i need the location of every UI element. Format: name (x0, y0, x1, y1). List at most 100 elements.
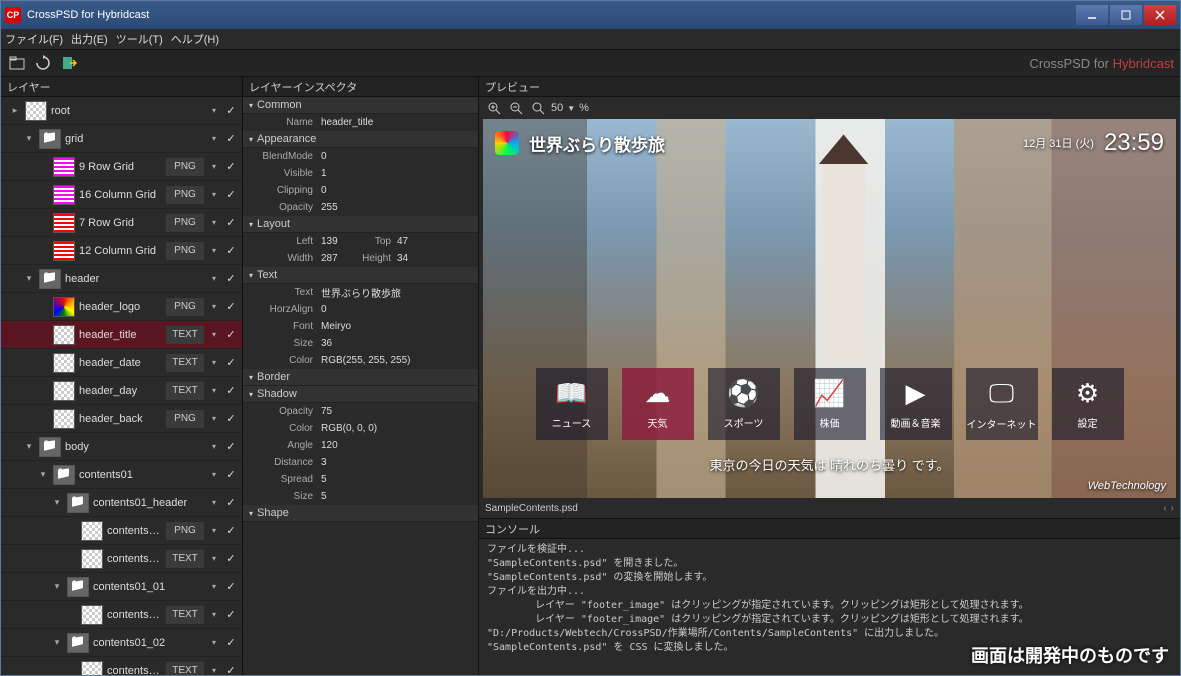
chevron-down-icon[interactable]: ▾ (208, 134, 220, 143)
minimize-button[interactable] (1076, 5, 1108, 25)
menu-tool[interactable]: ツール(T) (116, 31, 163, 47)
chevron-down-icon[interactable]: ▾ (208, 526, 220, 535)
preview-menu-item[interactable]: ☁天気 (622, 368, 694, 440)
visibility-check[interactable]: ✓ (224, 132, 238, 145)
next-tab-icon[interactable]: › (1171, 503, 1174, 514)
inspector-list[interactable]: ▾CommonNameheader_title▾AppearanceBlendM… (243, 97, 478, 675)
inspector-section[interactable]: ▾Common (243, 97, 478, 114)
chevron-down-icon[interactable]: ▾ (208, 582, 220, 591)
chevron-down-icon[interactable]: ▼ (567, 104, 575, 113)
preview-menu-item[interactable]: ⚽スポーツ (708, 368, 780, 440)
preview-tab[interactable]: SampleContents.psd (485, 503, 578, 514)
open-icon[interactable] (7, 53, 27, 73)
chevron-down-icon[interactable]: ▾ (208, 190, 220, 199)
export-icon[interactable] (59, 53, 79, 73)
maximize-button[interactable] (1110, 5, 1142, 25)
layer-row[interactable]: ▾header▾✓ (1, 265, 242, 293)
expander-icon[interactable]: ▾ (23, 441, 35, 452)
prop-value[interactable]: 34 (397, 253, 472, 264)
chevron-down-icon[interactable]: ▾ (208, 610, 220, 619)
chevron-down-icon[interactable]: ▾ (208, 442, 220, 451)
layer-row[interactable]: ▾grid▾✓ (1, 125, 242, 153)
layer-row[interactable]: ▾body▾✓ (1, 433, 242, 461)
layer-row[interactable]: contents01_01_...TEXT▾✓ (1, 601, 242, 629)
visibility-check[interactable]: ✓ (224, 272, 238, 285)
prop-value[interactable]: 75 (321, 406, 472, 417)
close-button[interactable] (1144, 5, 1176, 25)
chevron-down-icon[interactable]: ▾ (208, 554, 220, 563)
zoom-fit-icon[interactable] (529, 99, 547, 117)
chevron-down-icon[interactable]: ▾ (208, 246, 220, 255)
prop-value[interactable]: 36 (321, 338, 472, 349)
preview-menu-item[interactable]: 📈株価 (794, 368, 866, 440)
layer-type-tag[interactable]: PNG (166, 158, 204, 176)
visibility-check[interactable]: ✓ (224, 104, 238, 117)
chevron-down-icon[interactable]: ▾ (208, 638, 220, 647)
layer-type-tag[interactable]: TEXT (166, 550, 204, 568)
prev-tab-icon[interactable]: ‹ (1163, 503, 1166, 514)
prop-value[interactable]: 287 (321, 253, 361, 264)
visibility-check[interactable]: ✓ (224, 608, 238, 621)
layer-type-tag[interactable]: TEXT (166, 354, 204, 372)
visibility-check[interactable]: ✓ (224, 356, 238, 369)
layer-row[interactable]: header_titleTEXT▾✓ (1, 321, 242, 349)
chevron-down-icon[interactable]: ▾ (208, 106, 220, 115)
prop-value[interactable]: RGB(0, 0, 0) (321, 423, 472, 434)
layer-row[interactable]: ▾contents01▾✓ (1, 461, 242, 489)
visibility-check[interactable]: ✓ (224, 244, 238, 257)
inspector-section[interactable]: ▾Border (243, 369, 478, 386)
chevron-down-icon[interactable]: ▾ (208, 162, 220, 171)
zoom-in-icon[interactable] (485, 99, 503, 117)
prop-value[interactable]: Meiryo (321, 321, 472, 332)
layer-type-tag[interactable]: PNG (166, 186, 204, 204)
chevron-down-icon[interactable]: ▾ (208, 386, 220, 395)
preview-menu-item[interactable]: 🖵インターネット (966, 368, 1038, 440)
zoom-value[interactable]: 50 (551, 102, 563, 114)
prop-value[interactable]: 3 (321, 457, 472, 468)
prop-value[interactable]: 1 (321, 168, 472, 179)
layer-row[interactable]: ▾contents01_02▾✓ (1, 629, 242, 657)
prop-value[interactable]: 139 (321, 236, 361, 247)
layer-row[interactable]: contents01_hea...PNG▾✓ (1, 517, 242, 545)
layer-type-tag[interactable]: PNG (166, 522, 204, 540)
preview-menu-item[interactable]: 📖ニュース (536, 368, 608, 440)
visibility-check[interactable]: ✓ (224, 580, 238, 593)
visibility-check[interactable]: ✓ (224, 496, 238, 509)
layer-row[interactable]: ▾contents01_01▾✓ (1, 573, 242, 601)
visibility-check[interactable]: ✓ (224, 300, 238, 313)
layer-row[interactable]: 12 Column GridPNG▾✓ (1, 237, 242, 265)
layer-row[interactable]: header_dayTEXT▾✓ (1, 377, 242, 405)
chevron-down-icon[interactable]: ▾ (208, 470, 220, 479)
prop-value[interactable]: 47 (397, 236, 472, 247)
layer-type-tag[interactable]: TEXT (166, 606, 204, 624)
layer-type-tag[interactable]: PNG (166, 242, 204, 260)
visibility-check[interactable]: ✓ (224, 636, 238, 649)
visibility-check[interactable]: ✓ (224, 328, 238, 341)
prop-value[interactable]: 5 (321, 491, 472, 502)
layer-row[interactable]: 16 Column GridPNG▾✓ (1, 181, 242, 209)
visibility-check[interactable]: ✓ (224, 216, 238, 229)
prop-value[interactable]: 255 (321, 202, 472, 213)
expander-icon[interactable]: ▾ (51, 497, 63, 508)
layer-row[interactable]: contents01_02TEXT▾✓ (1, 657, 242, 675)
layer-type-tag[interactable]: PNG (166, 214, 204, 232)
layer-type-tag[interactable]: TEXT (166, 382, 204, 400)
chevron-down-icon[interactable]: ▾ (208, 358, 220, 367)
layer-row[interactable]: header_dateTEXT▾✓ (1, 349, 242, 377)
layer-row[interactable]: header_logoPNG▾✓ (1, 293, 242, 321)
layer-type-tag[interactable]: PNG (166, 410, 204, 428)
menu-file[interactable]: ファイル(F) (5, 31, 63, 47)
inspector-section[interactable]: ▾Shadow (243, 386, 478, 403)
expander-icon[interactable]: ▾ (23, 133, 35, 144)
preview-stage[interactable]: 世界ぶらり散歩旅 12月 31日 (火) 23:59 📖ニュース☁天気⚽スポーツ… (483, 119, 1176, 498)
prop-value[interactable]: 0 (321, 185, 472, 196)
expander-icon[interactable]: ▾ (51, 637, 63, 648)
expander-icon[interactable]: ▸ (9, 105, 21, 116)
refresh-icon[interactable] (33, 53, 53, 73)
layer-row[interactable]: 9 Row GridPNG▾✓ (1, 153, 242, 181)
chevron-down-icon[interactable]: ▾ (208, 666, 220, 675)
menu-help[interactable]: ヘルプ(H) (171, 31, 219, 47)
layer-list[interactable]: ▸root▾✓▾grid▾✓9 Row GridPNG▾✓16 Column G… (1, 97, 242, 675)
inspector-section[interactable]: ▾Text (243, 267, 478, 284)
layer-type-tag[interactable]: TEXT (166, 326, 204, 344)
